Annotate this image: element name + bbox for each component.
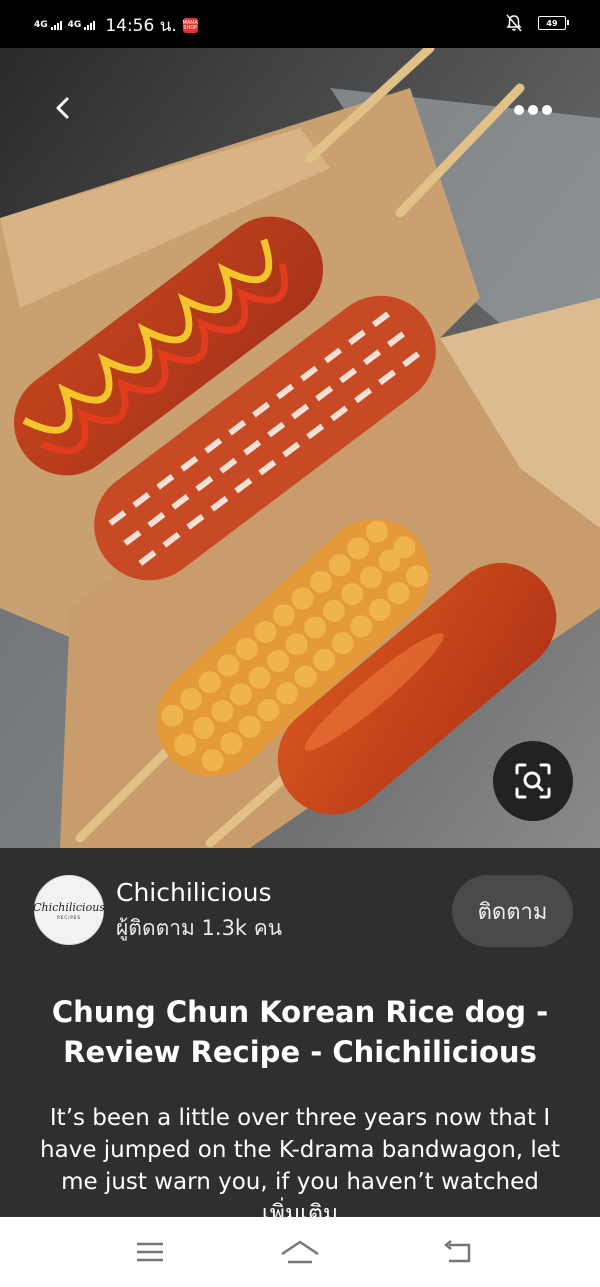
follow-button[interactable]: ติดตาม <box>452 875 573 947</box>
clock: 14:56 น. <box>105 16 177 36</box>
network-type-2: 4G <box>67 20 82 30</box>
back-button[interactable] <box>48 93 78 123</box>
app-notification-icon: MAMA SHOP <box>183 18 198 33</box>
status-left: 4G 4G 14:56 น. MAMA SHOP <box>34 12 198 39</box>
back-icon <box>443 1240 471 1263</box>
status-right: 49 <box>506 14 569 32</box>
pin-image[interactable] <box>0 48 600 848</box>
system-nav-bar <box>0 1217 600 1287</box>
signal-icon: 4G <box>68 21 96 30</box>
lens-search-icon <box>515 763 551 799</box>
follower-count: ผู้ติดตาม 1.3k คน <box>116 916 283 940</box>
home-icon <box>281 1240 319 1264</box>
avatar-logo-subtext: RECIPES <box>57 914 81 920</box>
pin-details: Chichilicious RECIPES Chichilicious ผู้ต… <box>0 848 600 1217</box>
home-button[interactable] <box>280 1237 320 1267</box>
read-more-link[interactable]: เพิ่มเติม <box>40 1198 560 1217</box>
mute-notifications-icon <box>506 14 522 32</box>
pin-title: Chung Chun Korean Rice dog - Review Reci… <box>51 995 549 1069</box>
more-options-button[interactable] <box>508 98 558 122</box>
avatar-logo-text: Chichilicious <box>33 900 105 914</box>
avatar[interactable]: Chichilicious RECIPES <box>33 875 105 945</box>
back-nav-button[interactable] <box>437 1237 477 1267</box>
description-text: It’s been a little over three years now … <box>40 1105 560 1195</box>
more-horizontal-icon <box>514 105 524 115</box>
visual-search-button[interactable] <box>493 741 573 821</box>
pin-description: It’s been a little over three years now … <box>40 1102 560 1217</box>
signal-icon: 4G <box>34 21 62 30</box>
chevron-left-icon <box>56 97 69 119</box>
food-photo <box>0 48 600 848</box>
network-type-1: 4G <box>34 20 48 30</box>
recent-apps-button[interactable] <box>130 1237 170 1267</box>
battery-icon: 49 <box>538 16 569 30</box>
creator-name[interactable]: Chichilicious <box>116 878 272 907</box>
status-bar: 4G 4G 14:56 น. MAMA SHOP 49 <box>0 0 600 48</box>
battery-level: 49 <box>546 18 558 28</box>
menu-icon <box>137 1242 163 1262</box>
